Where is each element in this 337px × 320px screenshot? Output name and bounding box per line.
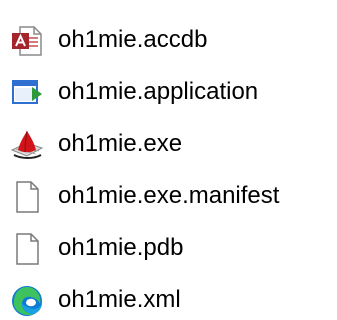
blank-document-icon [10,232,44,266]
file-name: oh1mie.xml [58,286,181,313]
file-list: oh1mie.accdb oh1mie.application oh1mie.e [0,0,337,320]
file-item-accdb[interactable]: oh1mie.accdb [0,20,337,60]
file-name: oh1mie.exe [58,130,183,157]
file-item-exe[interactable]: oh1mie.exe [0,124,337,164]
executable-app-icon [10,128,44,162]
file-name: oh1mie.accdb [58,26,208,53]
access-database-icon [10,24,44,58]
application-manifest-icon [10,76,44,110]
file-item-pdb[interactable]: oh1mie.pdb [0,228,337,268]
file-item-application[interactable]: oh1mie.application [0,72,337,112]
file-item-xml[interactable]: oh1mie.xml [0,280,337,320]
file-item-exe-manifest[interactable]: oh1mie.exe.manifest [0,176,337,216]
blank-document-icon [10,180,44,214]
file-name: oh1mie.application [58,78,259,105]
file-name: oh1mie.pdb [58,234,184,261]
edge-browser-icon [10,284,44,318]
file-name: oh1mie.exe.manifest [58,182,280,209]
